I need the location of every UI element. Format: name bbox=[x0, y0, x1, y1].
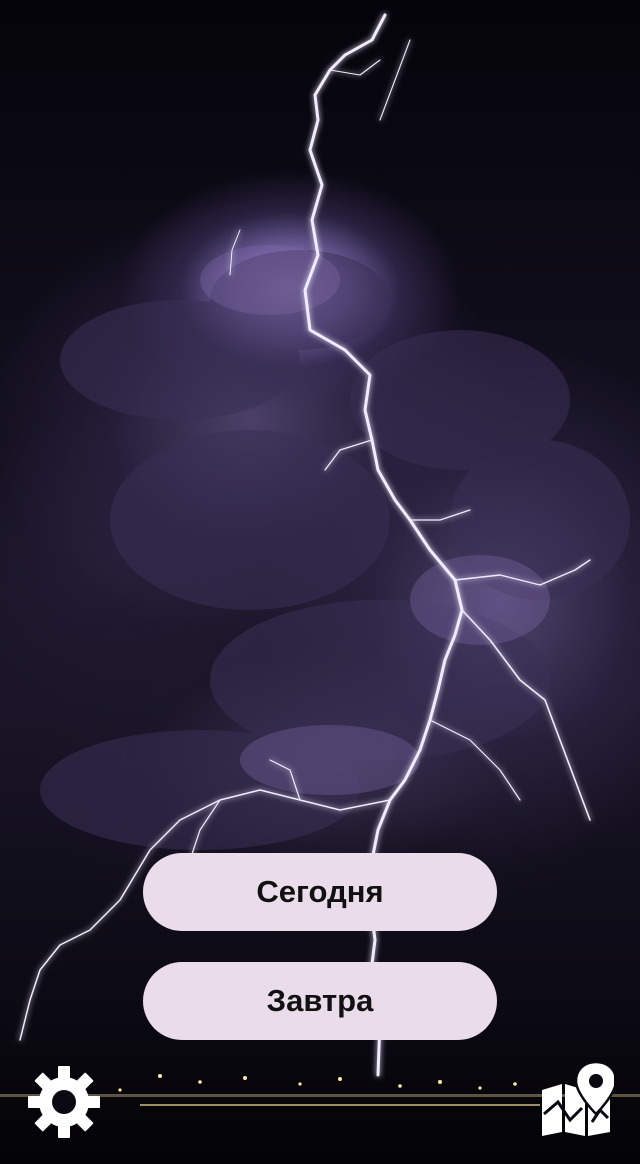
app-screen: Сегодня Завтра bbox=[0, 0, 640, 1164]
tomorrow-button[interactable]: Завтра bbox=[143, 962, 497, 1040]
settings-gear-icon[interactable] bbox=[26, 1064, 102, 1140]
today-button[interactable]: Сегодня bbox=[143, 853, 497, 931]
map-location-icon[interactable] bbox=[538, 1060, 618, 1138]
